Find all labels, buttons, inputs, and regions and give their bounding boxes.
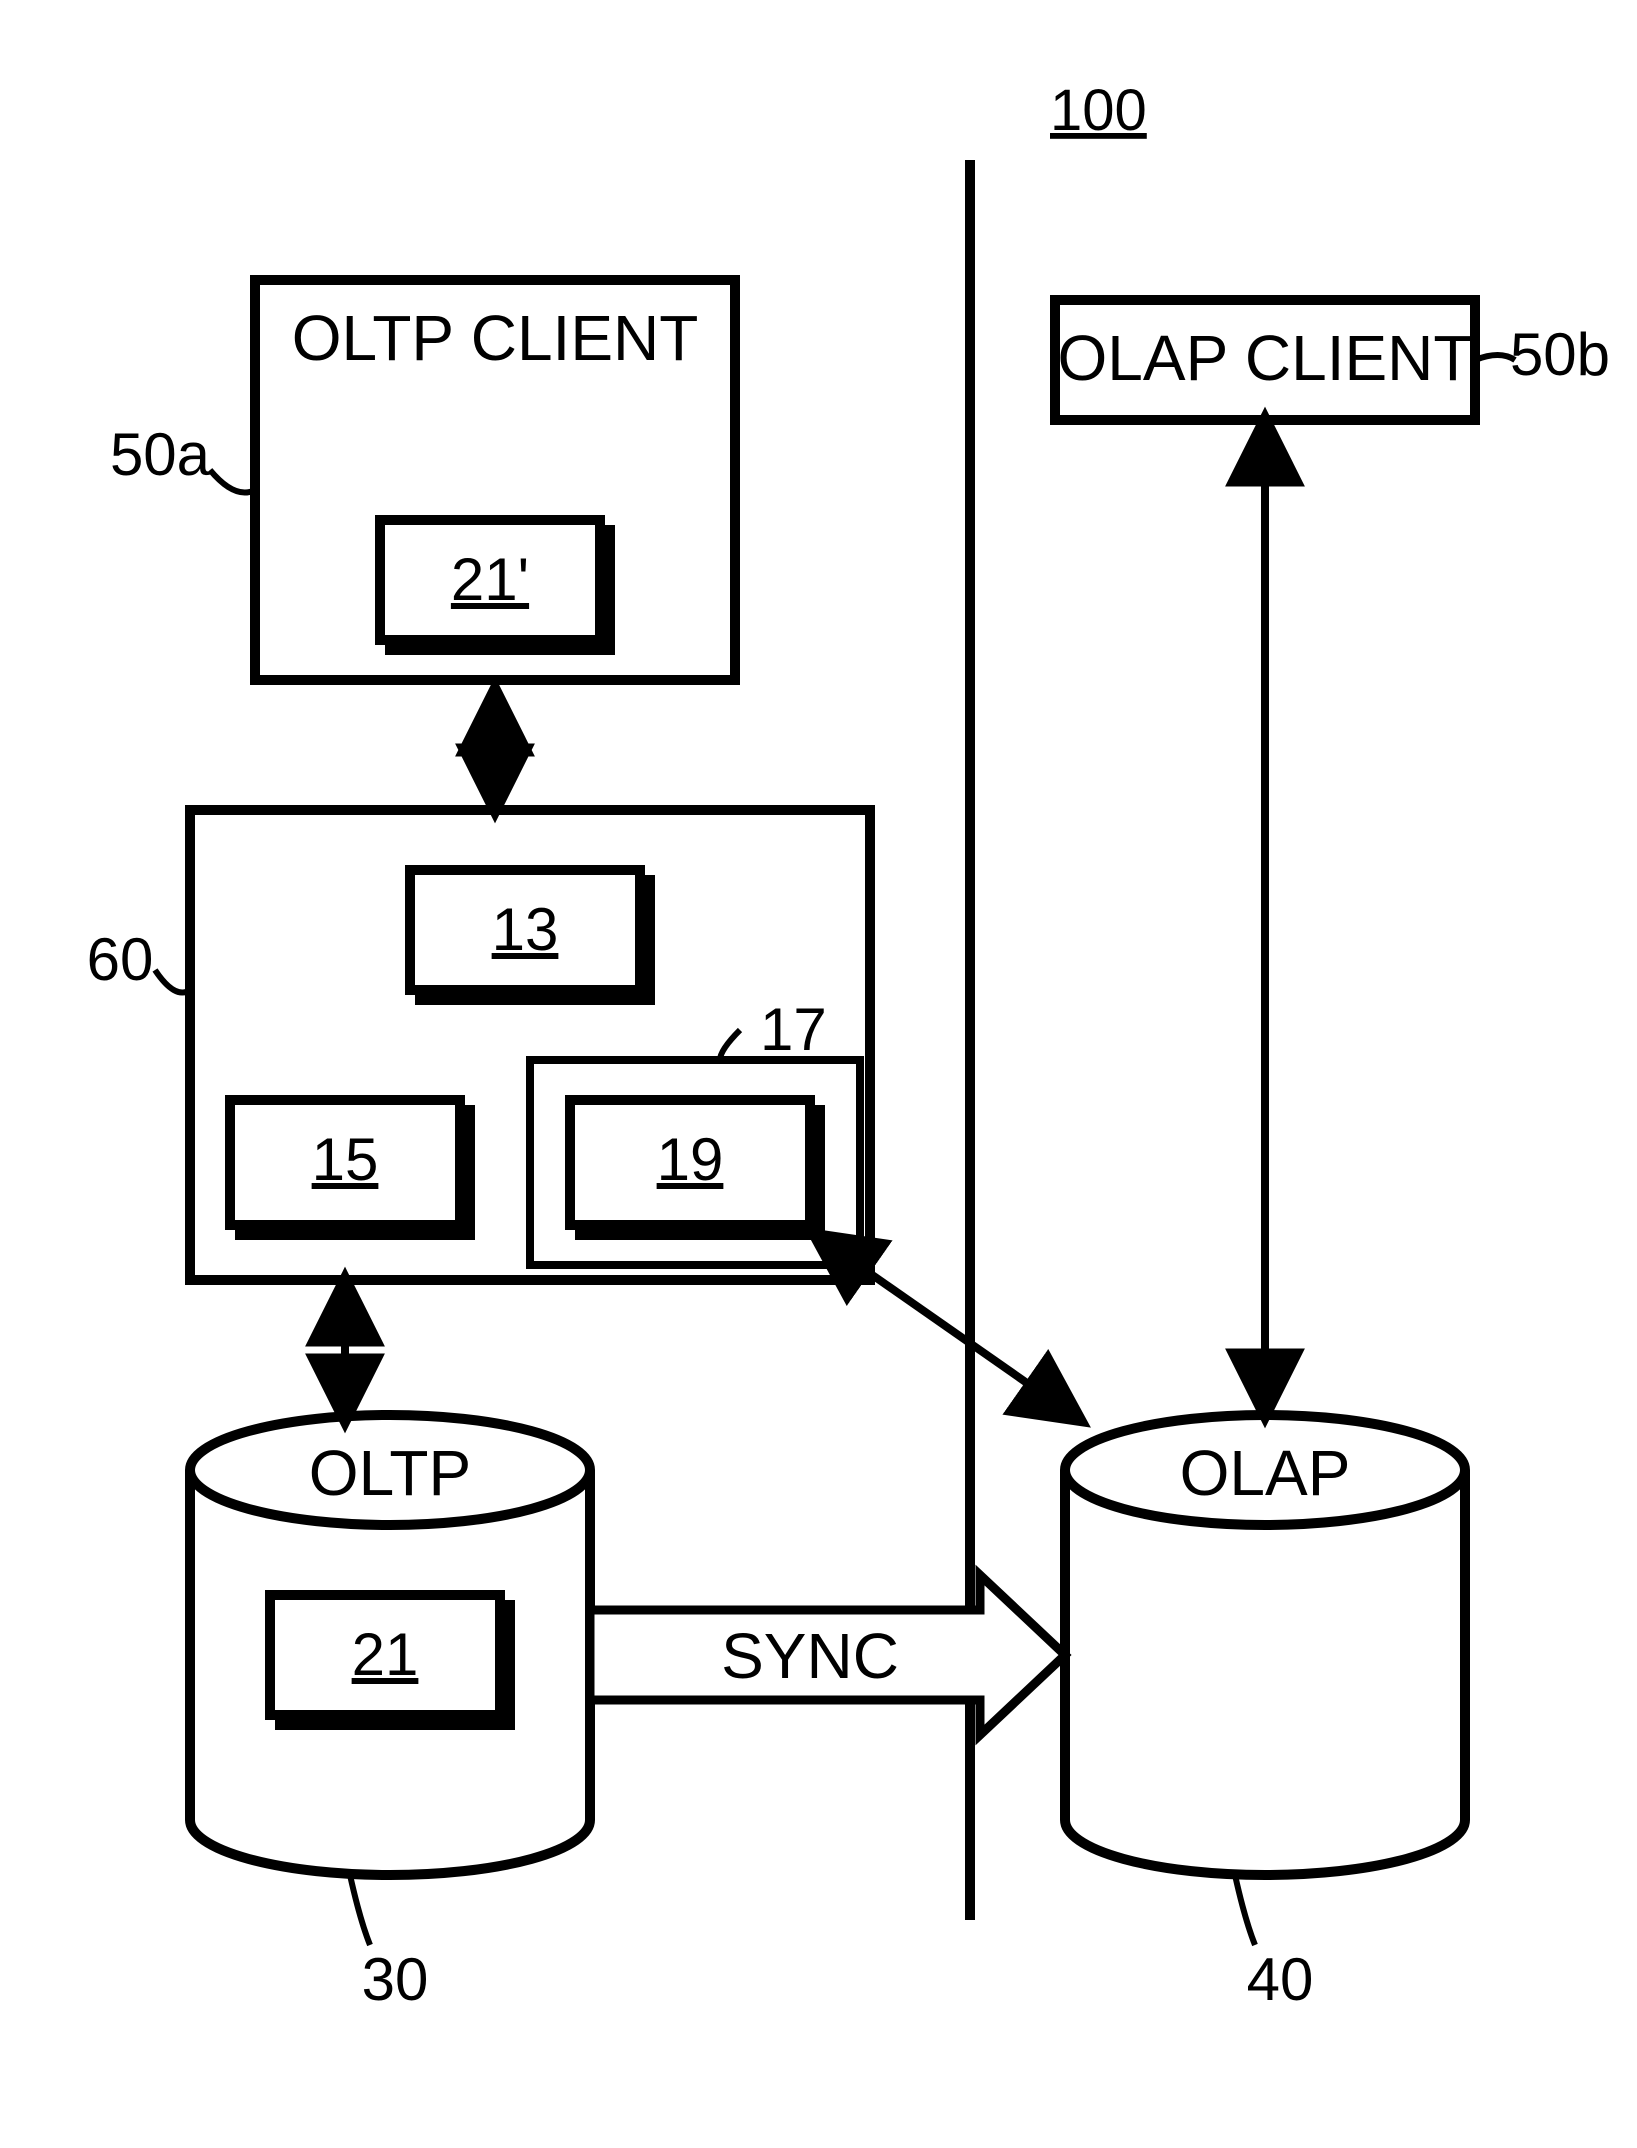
oltp-client-inner-ref: 21' <box>451 546 529 613</box>
olap-client-ref: 50b <box>1510 321 1610 388</box>
olap-db-ref: 40 <box>1247 1946 1314 2013</box>
node-17-ref: 17 <box>760 996 827 1063</box>
diagram-canvas: 100 OLTP CLIENT 21' 50a OLAP CLIENT 50b … <box>0 0 1637 2148</box>
oltp-client-ref-leader: 50a <box>110 421 255 493</box>
oltp-db-ref: 30 <box>362 1946 429 2013</box>
node-13-ref: 13 <box>492 896 559 963</box>
middle-block: 60 13 17 19 15 <box>87 810 870 1280</box>
arrow-19-to-olapdb <box>815 1235 1080 1420</box>
node-19-ref: 19 <box>657 1126 724 1193</box>
sync-label: SYNC <box>721 1620 899 1692</box>
oltp-db-ref-leader: 30 <box>350 1875 428 2013</box>
olap-db-label: OLAP <box>1180 1437 1351 1509</box>
figure-ref: 100 <box>1050 78 1147 143</box>
middle-block-ref: 60 <box>87 926 154 993</box>
olap-client-box: OLAP CLIENT <box>1055 300 1475 420</box>
olap-db: OLAP <box>1065 1415 1465 1875</box>
oltp-client-ref: 50a <box>110 421 211 488</box>
olap-db-ref-leader: 40 <box>1235 1875 1313 2013</box>
node-15-ref: 15 <box>312 1126 379 1193</box>
oltp-db-inner-ref: 21 <box>352 1621 419 1688</box>
oltp-db: OLTP 21 <box>190 1415 590 1875</box>
oltp-db-label: OLTP <box>309 1437 471 1509</box>
sync-arrow: SYNC <box>590 1575 1065 1735</box>
olap-client-ref-leader: 50b <box>1475 321 1610 388</box>
oltp-client-label: OLTP CLIENT <box>292 302 699 374</box>
olap-client-label: OLAP CLIENT <box>1058 322 1473 394</box>
oltp-client-box: OLTP CLIENT 21' <box>255 280 735 680</box>
